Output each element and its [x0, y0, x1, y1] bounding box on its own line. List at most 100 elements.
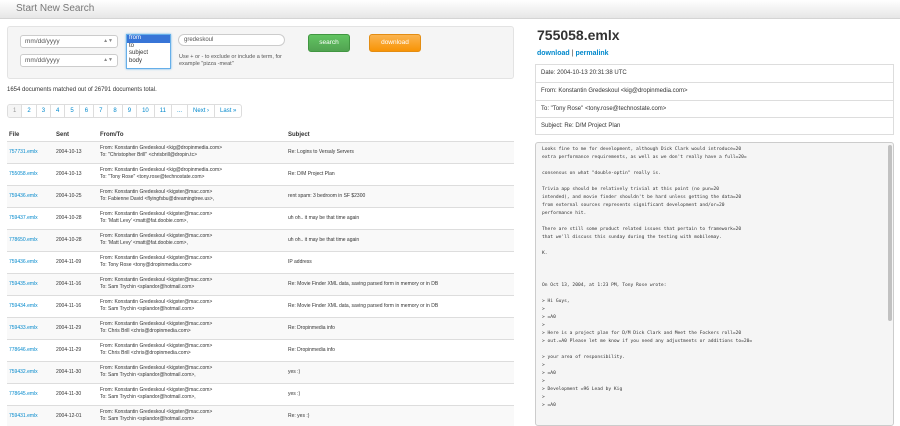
field-option-body[interactable]: body: [127, 58, 170, 66]
table-row[interactable]: 757731.emlx 2004-10-13 From: Konstantin Gr…: [7, 140, 514, 163]
from-to-cell: From: Konstantin Gredeskoul <kig@dropinm…: [98, 162, 286, 185]
to-line: To: 'Matt Levy' <matt@fat.doobie.com>,: [100, 240, 188, 246]
new-search-link[interactable]: Start New Search: [16, 3, 94, 14]
page-link[interactable]: 5: [64, 105, 78, 117]
field-option-subject[interactable]: subject: [127, 50, 170, 58]
meta-date: Date: 2004-10-13 20:31:38 UTC: [536, 65, 893, 83]
subject-cell: yes :): [286, 382, 514, 405]
from-line: From: Konstantin Gredeskoul <kigster@mac…: [100, 321, 213, 327]
sent-date: 2004-10-13: [54, 162, 98, 185]
subject-cell: uh oh.. it may be that time again: [286, 206, 514, 229]
to-line: To: 'Matt Levy' <matt@fat.doobie.com>,: [100, 218, 188, 224]
page-link[interactable]: 7: [93, 105, 107, 117]
detail-title: 755058.emlx: [537, 27, 620, 43]
table-header-row: File Sent From/To Subject: [7, 129, 514, 142]
file-link[interactable]: 778650.emlx: [7, 228, 54, 251]
pagination: 1 2 3 4 5 6 7 8 9 10 11 ... Next › Last …: [7, 104, 243, 118]
search-button[interactable]: search: [308, 34, 350, 52]
file-link[interactable]: 759431.emlx: [7, 404, 54, 426]
subject-cell: IP address: [286, 250, 514, 273]
table-row[interactable]: 759434.emlx 2004-11-16 From: Konstantin Gr…: [7, 294, 514, 317]
from-line: From: Konstantin Gredeskoul <kigster@mac…: [100, 189, 213, 195]
column-header-file: File: [7, 129, 54, 142]
detail-download-link[interactable]: download: [537, 50, 570, 57]
message-body-text: Looks fine to me for development, althou…: [542, 147, 753, 408]
to-line: To: "Tony Rose" <tony.rose@technostate.c…: [100, 174, 205, 180]
from-line: From: Konstantin Gredeskoul <kig@dropinm…: [100, 145, 223, 151]
from-to-cell: From: Konstantin Gredeskoul <kigster@mac…: [98, 338, 286, 361]
field-option-from[interactable]: from: [127, 35, 170, 43]
table-row[interactable]: 778650.emlx 2004-10-28 From: Konstantin Gr…: [7, 228, 514, 251]
subject-cell: rent spam: 3 bedroom in SF $2300: [286, 184, 514, 207]
page-ellipsis: ...: [171, 105, 187, 117]
from-line: From: Konstantin Gredeskoul <kigster@mac…: [100, 211, 213, 217]
page-link[interactable]: 4: [50, 105, 64, 117]
table-row[interactable]: 759436.emlx 2004-11-09 From: Konstantin Gr…: [7, 250, 514, 273]
search-help-text: Use + or - to exclude or include a term,…: [179, 54, 282, 67]
table-row[interactable]: 759436.emlx 2004-10-25 From: Konstantin Gr…: [7, 184, 514, 207]
subject-cell: Re: D/M Project Plan: [286, 162, 514, 185]
message-body-scrollbar[interactable]: [888, 145, 892, 321]
file-link[interactable]: 759433.emlx: [7, 316, 54, 339]
last-page-link[interactable]: Last »: [214, 105, 241, 117]
table-row[interactable]: 759431.emlx 2004-12-01 From: Konstantin Gr…: [7, 404, 514, 426]
file-link[interactable]: 755058.emlx: [7, 162, 54, 185]
sent-date: 2004-11-29: [54, 316, 98, 339]
file-link[interactable]: 778645.emlx: [7, 382, 54, 405]
message-body[interactable]: Looks fine to me for development, althou…: [535, 142, 894, 426]
from-line: From: Konstantin Gredeskoul <kigster@mac…: [100, 343, 213, 349]
file-link[interactable]: 759432.emlx: [7, 360, 54, 383]
date-from-select[interactable]: mm/dd/yyyy ▲▼: [20, 35, 118, 48]
table-row[interactable]: 778646.emlx 2004-11-29 From: Konstantin Gr…: [7, 338, 514, 361]
meta-subject: Subject: Re: D/M Project Plan: [541, 123, 621, 130]
subject-cell: Re: Movie Finder XML data, saving parsed…: [286, 272, 514, 295]
download-button[interactable]: download: [369, 34, 421, 52]
table-row[interactable]: 778645.emlx 2004-11-30 From: Konstantin Gr…: [7, 382, 514, 405]
to-line: To: Sam Trychin <splandor@hotmail.com>,: [100, 394, 196, 400]
page-link[interactable]: 10: [136, 105, 154, 117]
table-row[interactable]: 759432.emlx 2004-11-30 From: Konstantin Gr…: [7, 360, 514, 383]
file-link[interactable]: 759437.emlx: [7, 206, 54, 229]
page-link[interactable]: 8: [107, 105, 121, 117]
file-link[interactable]: 759435.emlx: [7, 272, 54, 295]
from-to-cell: From: Konstantin Gredeskoul <kigster@mac…: [98, 294, 286, 317]
table-row[interactable]: 759435.emlx 2004-11-16 From: Konstantin Gr…: [7, 272, 514, 295]
sent-date: 2004-10-25: [54, 184, 98, 207]
file-link[interactable]: 759436.emlx: [7, 184, 54, 207]
file-link[interactable]: 759436.emlx: [7, 250, 54, 273]
results-table: File Sent From/To Subject 757731.emlx 200…: [7, 129, 514, 426]
table-row[interactable]: 755058.emlx 2004-10-13 From: Konstantin Gr…: [7, 162, 514, 185]
page-link[interactable]: 9: [121, 105, 136, 117]
column-header-sent: Sent: [54, 129, 98, 142]
page-link[interactable]: 6: [78, 105, 93, 117]
table-row[interactable]: 759437.emlx 2004-10-28 From: Konstantin Gr…: [7, 206, 514, 229]
page-link[interactable]: 2: [21, 105, 35, 117]
table-row[interactable]: 759433.emlx 2004-11-29 From: Konstantin Gr…: [7, 316, 514, 339]
subject-cell: Re: Logins to Versaly Servers: [286, 140, 514, 163]
page-link[interactable]: 1: [8, 105, 22, 117]
search-input[interactable]: gredeskoul: [178, 34, 285, 46]
subject-cell: Re: Movie Finder XML data, saving parsed…: [286, 294, 514, 317]
detail-permalink-link[interactable]: permalink: [576, 50, 609, 57]
message-meta: Date: 2004-10-13 20:31:38 UTC From: Kons…: [535, 64, 894, 135]
field-option-to[interactable]: to: [127, 43, 170, 51]
sent-date: 2004-10-28: [54, 228, 98, 251]
meta-to: To: "Tony Rose" <tony.rose@technostate.c…: [536, 101, 893, 119]
date-to-select[interactable]: mm/dd/yyyy ▲▼: [20, 54, 118, 67]
subject-cell: uh oh.. it may be that time again: [286, 228, 514, 251]
file-link[interactable]: 778646.emlx: [7, 338, 54, 361]
page-link[interactable]: 11: [153, 105, 171, 117]
page-link[interactable]: 3: [35, 105, 50, 117]
navbar: Start New Search: [0, 0, 900, 19]
from-line: From: Konstantin Gredeskoul <kigster@mac…: [100, 277, 213, 283]
next-page-link[interactable]: Next ›: [187, 105, 214, 117]
to-line: To: Sam Trychin <splandor@hotmail.com>: [100, 284, 195, 290]
from-line: From: Konstantin Gredeskoul <kig@dropinm…: [100, 167, 223, 173]
sent-date: 2004-11-09: [54, 250, 98, 273]
file-link[interactable]: 759434.emlx: [7, 294, 54, 317]
to-line: To: Tony Rose <tony@dropinmedia.com>: [100, 262, 192, 268]
file-link[interactable]: 757731.emlx: [7, 140, 54, 163]
sent-date: 2004-12-01: [54, 404, 98, 426]
field-multiselect[interactable]: from to subject body: [126, 34, 171, 69]
to-line: To: Sam Trychin <splandor@hotmail.com>,: [100, 372, 196, 378]
